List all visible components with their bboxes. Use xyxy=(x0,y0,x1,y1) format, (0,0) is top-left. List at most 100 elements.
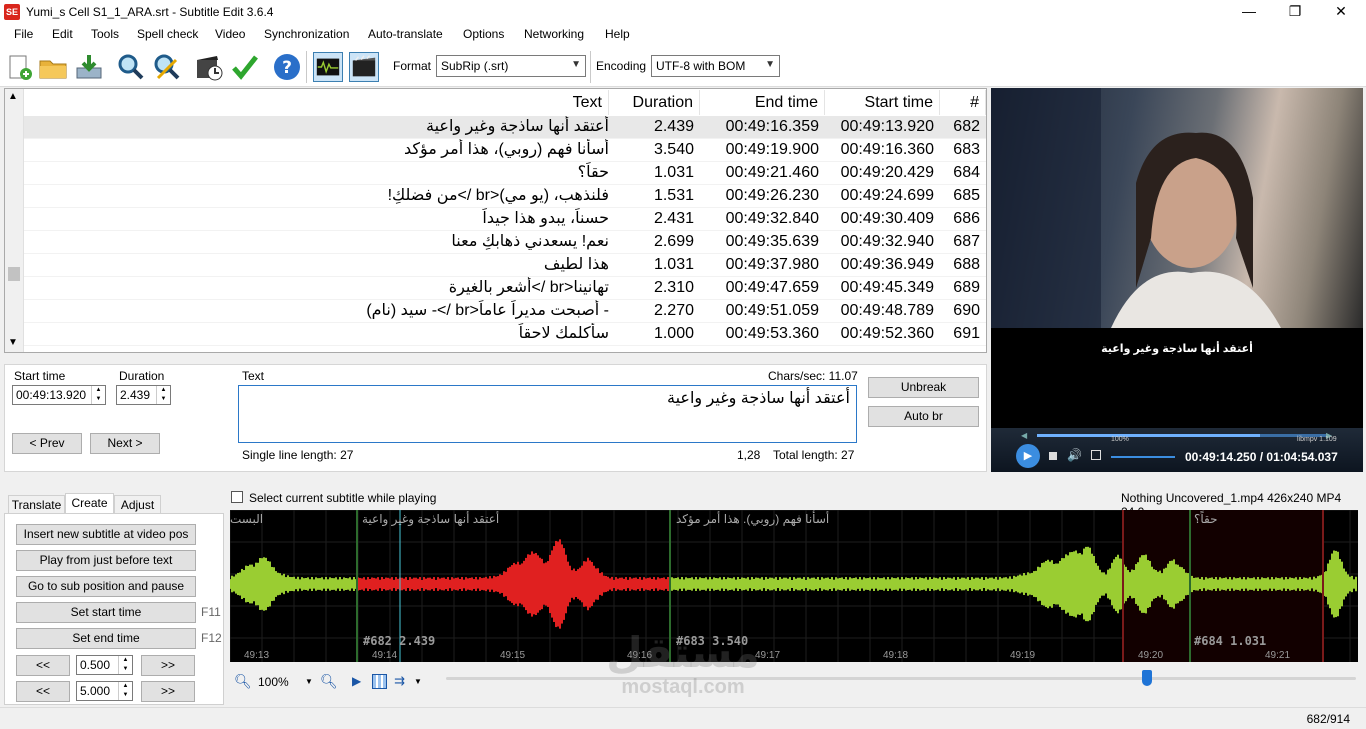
play-icon[interactable]: ▶ xyxy=(1016,444,1040,468)
grid-mode-icon[interactable] xyxy=(372,674,387,689)
duration-label: Duration xyxy=(119,369,165,383)
visual-sync-icon[interactable] xyxy=(194,52,224,82)
duration-input[interactable]: 2.439 ▲ ▼ xyxy=(116,385,171,405)
menu-synchronization[interactable]: Synchronization xyxy=(264,27,349,41)
subtitle-text-editor[interactable]: أعتقد أنها ساذجة وغير واعية xyxy=(238,385,857,443)
prev-button[interactable]: < Prev xyxy=(12,433,82,454)
table-row[interactable]: أعتقد أنها ساذجة وغير واعية 2.439 00:49:16… xyxy=(24,116,986,139)
table-row[interactable]: تهانينا<br />أشعر بالغيرة 2.310 00:49:47.6… xyxy=(24,277,986,300)
spin-updown-icon[interactable]: ▲ ▼ xyxy=(118,682,132,700)
seek-back-icon[interactable]: ◀ xyxy=(1021,431,1027,440)
volume-slider[interactable] xyxy=(1111,456,1175,458)
chevron-down-icon[interactable]: ▼ xyxy=(414,677,422,686)
play-selection-icon[interactable]: ▶ xyxy=(352,674,361,688)
tab-adjust[interactable]: Adjust xyxy=(114,495,161,515)
find-icon[interactable] xyxy=(116,52,146,82)
tab-create[interactable]: Create xyxy=(65,493,114,515)
cell-start-time: 00:49:45.349 xyxy=(840,279,934,296)
time-tick: 49:21 xyxy=(1265,650,1291,661)
table-row[interactable]: أسأنا فهم (روبي)، هذا أمر مؤكد 3.540 00:49… xyxy=(24,139,986,162)
menu-edit[interactable]: Edit xyxy=(52,27,73,41)
save-download-icon[interactable] xyxy=(74,52,104,82)
spin-updown-icon[interactable]: ▲ ▼ xyxy=(91,386,105,404)
header-duration[interactable]: Duration xyxy=(609,90,700,115)
select-while-playing-checkbox[interactable] xyxy=(231,491,243,503)
step-large-input[interactable]: 5.000 ▲ ▼ xyxy=(76,681,133,701)
volume-icon[interactable]: 🔊 xyxy=(1067,448,1082,462)
skip-forward-icon[interactable]: ⇉ xyxy=(394,673,405,689)
step-forward-large-button[interactable]: >> xyxy=(141,681,195,702)
video-player[interactable]: أعتقد أنها ساذجة وغير واعية ◀ ▶ ▶ 🔊 100%… xyxy=(991,88,1363,472)
replace-icon[interactable] xyxy=(152,52,182,82)
menu-help[interactable]: Help xyxy=(605,27,630,41)
grid-scrollbar[interactable]: ▲ ▼ xyxy=(5,89,24,352)
video-toggle-icon[interactable] xyxy=(349,52,379,82)
zoom-out-icon[interactable]: 🔍︎ xyxy=(234,673,252,690)
auto-br-button[interactable]: Auto br xyxy=(868,406,979,427)
step-back-small-button[interactable]: << xyxy=(16,655,70,676)
chevron-down-icon: ▼ xyxy=(571,59,581,70)
play-before-text-button[interactable]: Play from just before text xyxy=(16,550,196,571)
header-text[interactable]: Text xyxy=(24,90,609,115)
cell-end-time: 00:49:16.359 xyxy=(725,118,819,135)
spin-updown-icon[interactable]: ▲ ▼ xyxy=(156,386,170,404)
menu-spell-check[interactable]: Spell check xyxy=(137,27,198,41)
menu-tools[interactable]: Tools xyxy=(91,27,119,41)
waveform-position-slider[interactable] xyxy=(446,677,1356,680)
table-row[interactable]: نعم! يسعدني ذهابكِ معنا 2.699 00:49:35.639… xyxy=(24,231,986,254)
header-end-time[interactable]: End time xyxy=(700,90,825,115)
start-time-input[interactable]: 00:49:13.920 ▲ ▼ xyxy=(12,385,106,405)
spell-check-icon[interactable] xyxy=(230,52,260,82)
fullscreen-icon[interactable] xyxy=(1091,450,1101,460)
cell-text: نعم! يسعدني ذهابكِ معنا xyxy=(451,233,609,250)
table-row[interactable]: - أصبحت مديراً عاماً<br />- سيد (نام) 2.2… xyxy=(24,300,986,323)
insert-subtitle-button[interactable]: Insert new subtitle at video pos xyxy=(16,524,196,545)
header-number[interactable]: # xyxy=(940,90,986,115)
scroll-down-icon[interactable]: ▼ xyxy=(8,337,18,348)
table-row[interactable]: فلنذهب، (يو مي)<br />من فضلكِ! 1.531 00:49… xyxy=(24,185,986,208)
menu-options[interactable]: Options xyxy=(463,27,504,41)
zoom-in-icon[interactable]: 🔍︎ xyxy=(320,673,338,690)
stop-icon[interactable] xyxy=(1049,452,1057,460)
format-select[interactable]: SubRip (.srt) ▼ xyxy=(436,55,586,77)
toolbar-separator xyxy=(306,51,307,83)
toolbar: ? Format SubRip (.srt) ▼ Encoding UTF-8 … xyxy=(0,45,1366,87)
scroll-thumb[interactable] xyxy=(8,267,20,281)
waveform-position-thumb[interactable] xyxy=(1141,670,1152,686)
help-icon[interactable]: ? xyxy=(272,52,302,82)
encoding-select[interactable]: UTF-8 with BOM ▼ xyxy=(651,55,780,77)
table-row[interactable]: هذا لطيف 1.031 00:49:37.980 00:49:36.949 688 xyxy=(24,254,986,277)
table-row[interactable]: سأكلمك لاحقاً 1.000 00:49:53.360 00:49:52.3… xyxy=(24,323,986,346)
next-button[interactable]: Next > xyxy=(90,433,160,454)
unbreak-button[interactable]: Unbreak xyxy=(868,377,979,398)
maximize-button[interactable]: ❐ xyxy=(1272,0,1318,24)
audio-waveform[interactable]: البست أعتقد أنها ساذجة وغير واعية أسأنا … xyxy=(230,510,1358,662)
go-to-sub-button[interactable]: Go to sub position and pause xyxy=(16,576,196,597)
new-file-icon[interactable] xyxy=(4,52,34,82)
set-end-time-button[interactable]: Set end time xyxy=(16,628,196,649)
menu-video[interactable]: Video xyxy=(215,27,245,41)
time-tick: 49:20 xyxy=(1138,650,1164,661)
table-row[interactable]: حقاً؟ 1.031 00:49:21.460 00:49:20.429 684 xyxy=(24,162,986,185)
header-start-time[interactable]: Start time xyxy=(825,90,940,115)
set-start-time-button[interactable]: Set start time xyxy=(16,602,196,623)
scroll-up-icon[interactable]: ▲ xyxy=(8,91,18,102)
table-row[interactable]: حسناً، يبدو هذا جيداً 2.431 00:49:32.840 00… xyxy=(24,208,986,231)
menu-networking[interactable]: Networking xyxy=(524,27,584,41)
minimize-button[interactable]: — xyxy=(1226,0,1272,24)
step-forward-small-button[interactable]: >> xyxy=(141,655,195,676)
tab-translate[interactable]: Translate xyxy=(8,495,65,515)
cell-duration: 2.699 xyxy=(653,233,694,250)
step-small-input[interactable]: 0.500 ▲ ▼ xyxy=(76,655,133,675)
step-back-large-button[interactable]: << xyxy=(16,681,70,702)
cell-duration: 3.540 xyxy=(653,141,694,158)
menu-auto-translate[interactable]: Auto-translate xyxy=(368,27,443,41)
waveform-toggle-icon[interactable] xyxy=(313,52,343,82)
open-folder-icon[interactable] xyxy=(38,52,68,82)
zoom-select[interactable]: 100% ▼ xyxy=(252,674,314,692)
spin-updown-icon[interactable]: ▲ ▼ xyxy=(118,656,132,674)
cell-number: 686 xyxy=(953,210,980,227)
close-button[interactable]: ✕ xyxy=(1318,0,1364,24)
menu-file[interactable]: File xyxy=(14,27,33,41)
subtitle-grid[interactable]: ▲ ▼ Text Duration End time Start time # … xyxy=(4,88,987,353)
